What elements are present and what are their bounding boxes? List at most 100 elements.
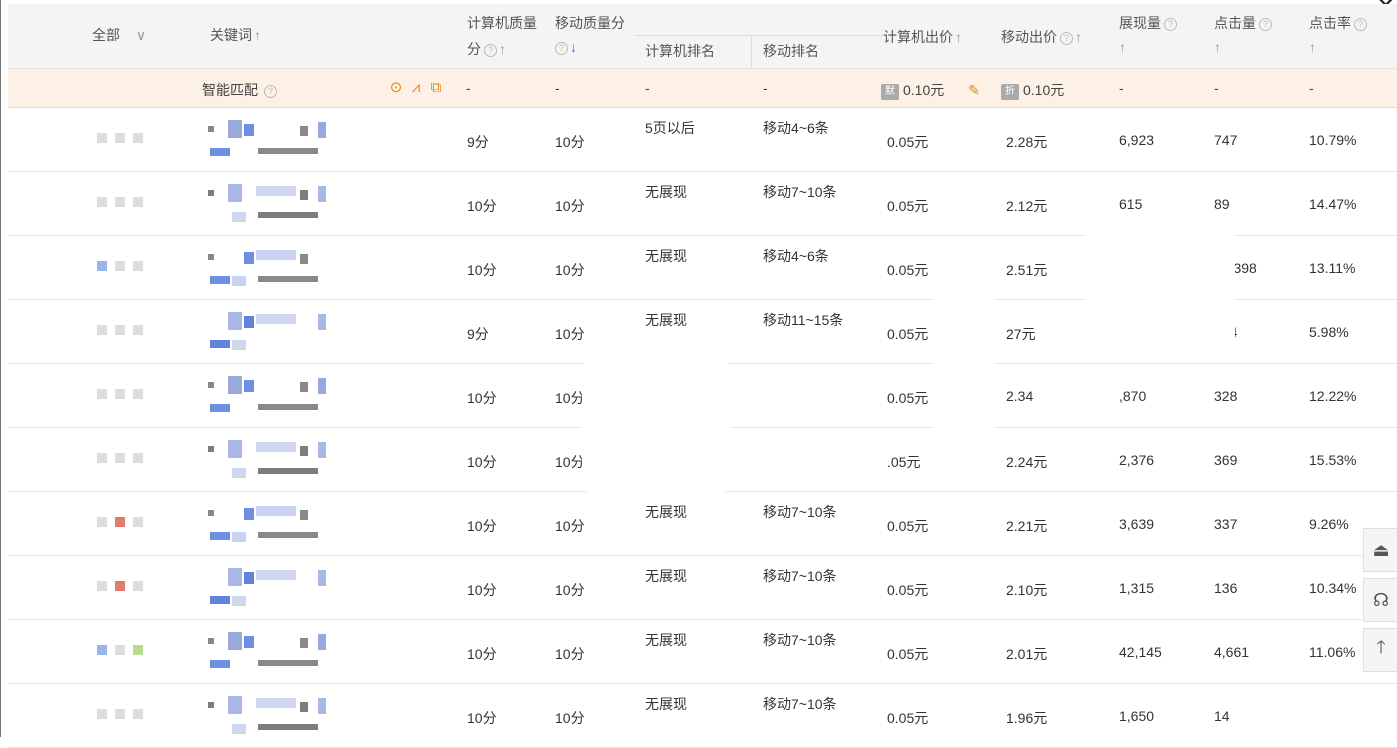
header-keyword[interactable]: 关键词 ↑ [210, 25, 261, 45]
pc-bid-cell[interactable]: 0.05元 [887, 324, 928, 344]
pc-bid-cell[interactable]: 0.05元 [887, 708, 928, 728]
mobile-bid-cell[interactable]: 2.21元 [1006, 516, 1047, 536]
pixel-block [258, 212, 318, 218]
smart-pc-bid-value: 0.10元 [903, 82, 945, 98]
keyword-pixelated[interactable] [208, 118, 348, 162]
back-to-top-icon[interactable]: 🡑 [1363, 628, 1397, 672]
impressions-cell: 3,639 [1119, 516, 1155, 532]
edit-pencil-icon[interactable]: ✎ [968, 82, 980, 98]
smart-mobile-bid[interactable]: 折 0.10元 [1001, 80, 1064, 100]
mobile-bid-cell[interactable]: 2.24元 [1006, 452, 1047, 472]
pc-bid-cell[interactable]: 0.05元 [887, 260, 928, 280]
keyword-pixelated[interactable] [208, 502, 348, 546]
pc-bid-cell[interactable]: 0.05元 [887, 644, 928, 664]
pixel-block [208, 638, 214, 644]
header-impressions[interactable]: 展现量? ↑ [1119, 13, 1177, 55]
table-header: 全部 ∨ 关键词 ↑ 计算机质量 分? ↑ 移动质量分 ? ↓ 计算机排名 移动排名 … [8, 4, 1397, 69]
headset-icon[interactable]: ☊ [1363, 578, 1397, 622]
impressions-cell: 1,650 [1119, 708, 1155, 724]
pixel-block [210, 596, 230, 604]
mobile-bid-cell[interactable]: 27元 [1006, 324, 1036, 344]
help-icon[interactable]: ? [1060, 32, 1073, 45]
table-row[interactable]: 10分 10分 无展现 移动7~10条 0.05元 2.21元 3,639 337 9.26% [8, 492, 1397, 556]
pixel-block [208, 382, 214, 388]
user-icon[interactable]: ⏏ [1363, 528, 1397, 572]
table-row[interactable]: 10分 10分 无展现 移动7~10条 0.05元 1.96元 1,650 14 [8, 684, 1397, 748]
smart-clicks: - [1214, 80, 1219, 96]
ctr-cell: 12.22% [1309, 388, 1357, 404]
mobile-bid-cell[interactable]: 2.01元 [1006, 644, 1047, 664]
pc-bid-cell[interactable]: .05元 [887, 452, 920, 472]
report-icon[interactable]: ⧉ [428, 80, 444, 96]
pixel-block [258, 724, 318, 730]
ctr-cell: 14.47% [1309, 196, 1357, 212]
pixel-block [300, 382, 308, 392]
mobile-bid-cell[interactable]: 2.10元 [1006, 580, 1047, 600]
table-row[interactable]: 10分 10分 无展现 移动7~10条 0.05元 2.10元 1,315 136 10.34% [8, 556, 1397, 620]
pixel-block [300, 510, 308, 520]
status-indicator [97, 197, 107, 207]
header-ctr[interactable]: 点击率? ↑ [1309, 13, 1367, 55]
mobile-bid-cell[interactable]: 2.12元 [1006, 196, 1047, 216]
ctr-cell: 11.06% [1309, 644, 1356, 660]
status-indicator [97, 389, 107, 399]
header-pc-bid-label: 计算机出价 [883, 29, 953, 45]
help-icon[interactable]: ? [484, 44, 497, 57]
help-icon[interactable]: ? [1354, 18, 1367, 31]
status-indicator [115, 453, 125, 463]
header-pc-quality[interactable]: 计算机质量 分? ↑ [467, 13, 537, 59]
header-mobile-quality[interactable]: 移动质量分 ? ↓ [555, 13, 625, 55]
table-row[interactable]: 10分 10分 无展现 移动7~10条 0.05元 2.01元 42,145 4,661 11.… [8, 620, 1397, 684]
table-row[interactable]: 10分 10分 无展现 移动7~10条 0.05元 2.12元 615 89 14.47% [8, 172, 1397, 236]
keyword-pixelated[interactable] [208, 694, 348, 738]
mobile-rank-cell: 移动11~15条 [763, 312, 844, 328]
keyword-pixelated[interactable] [208, 310, 348, 354]
keyword-pixelated[interactable] [208, 630, 348, 674]
mobile-bid-cell[interactable]: 1.96元 [1006, 708, 1047, 728]
mobile-quality-cell: 10分 [555, 710, 585, 726]
smart-pc-bid[interactable]: 默 0.10元 ✎ [881, 80, 980, 100]
header-divider [635, 35, 885, 36]
pc-bid-cell[interactable]: 0.05元 [887, 388, 928, 408]
status-indicator [97, 581, 107, 591]
pc-bid-cell[interactable]: 0.05元 [887, 516, 928, 536]
pixel-block [232, 340, 246, 350]
mobile-bid-cell[interactable]: 2.28元 [1006, 132, 1047, 152]
impressions-cell: 2,376 [1119, 452, 1155, 468]
chevron-down-icon: ∨ [135, 27, 147, 43]
help-icon[interactable]: ? [555, 42, 568, 55]
header-mobile-bid[interactable]: 移动出价? ↑ [1001, 27, 1082, 47]
ctr-cell: 13.11% [1309, 260, 1356, 276]
play-icon[interactable]: ⊙ [388, 80, 404, 96]
status-indicator [133, 453, 143, 463]
mobile-quality-cell: 10分 [555, 646, 585, 662]
pixel-block [256, 314, 296, 324]
pixel-block [244, 572, 254, 584]
pixel-block [208, 702, 214, 708]
pixel-block [300, 702, 308, 712]
keyword-pixelated[interactable] [208, 374, 348, 418]
mobile-bid-cell[interactable]: 2.34 [1006, 388, 1033, 404]
keyword-pixelated[interactable] [208, 438, 348, 482]
keyword-pixelated[interactable] [208, 566, 348, 610]
help-icon[interactable]: ? [264, 85, 277, 98]
header-clicks[interactable]: 点击量? ↑ [1214, 13, 1272, 55]
pc-bid-cell[interactable]: 0.05元 [887, 580, 928, 600]
status-indicator [133, 197, 143, 207]
trend-chart-icon[interactable]: ⩘ [408, 80, 424, 96]
mobile-bid-cell[interactable]: 2.51元 [1006, 260, 1047, 280]
pc-bid-cell[interactable]: 0.05元 [887, 132, 928, 152]
status-indicator [97, 261, 107, 271]
keyword-pixelated[interactable] [208, 246, 348, 290]
pixel-block [228, 696, 242, 714]
help-icon[interactable]: ? [1164, 18, 1177, 31]
pixel-block [318, 122, 326, 138]
pc-bid-cell[interactable]: 0.05元 [887, 196, 928, 216]
keyword-pixelated[interactable] [208, 182, 348, 226]
header-pc-bid[interactable]: 计算机出价 ↑ [883, 27, 962, 47]
table-row[interactable]: 9分 10分 5页以后 移动4~6条 0.05元 2.28元 6,923 747 10.79% [8, 108, 1397, 172]
help-icon[interactable]: ? [1259, 18, 1272, 31]
pc-rank-cell: 5页以后 [645, 120, 695, 136]
status-indicator [133, 581, 143, 591]
filter-dropdown[interactable]: 全部 ∨ [92, 25, 146, 45]
